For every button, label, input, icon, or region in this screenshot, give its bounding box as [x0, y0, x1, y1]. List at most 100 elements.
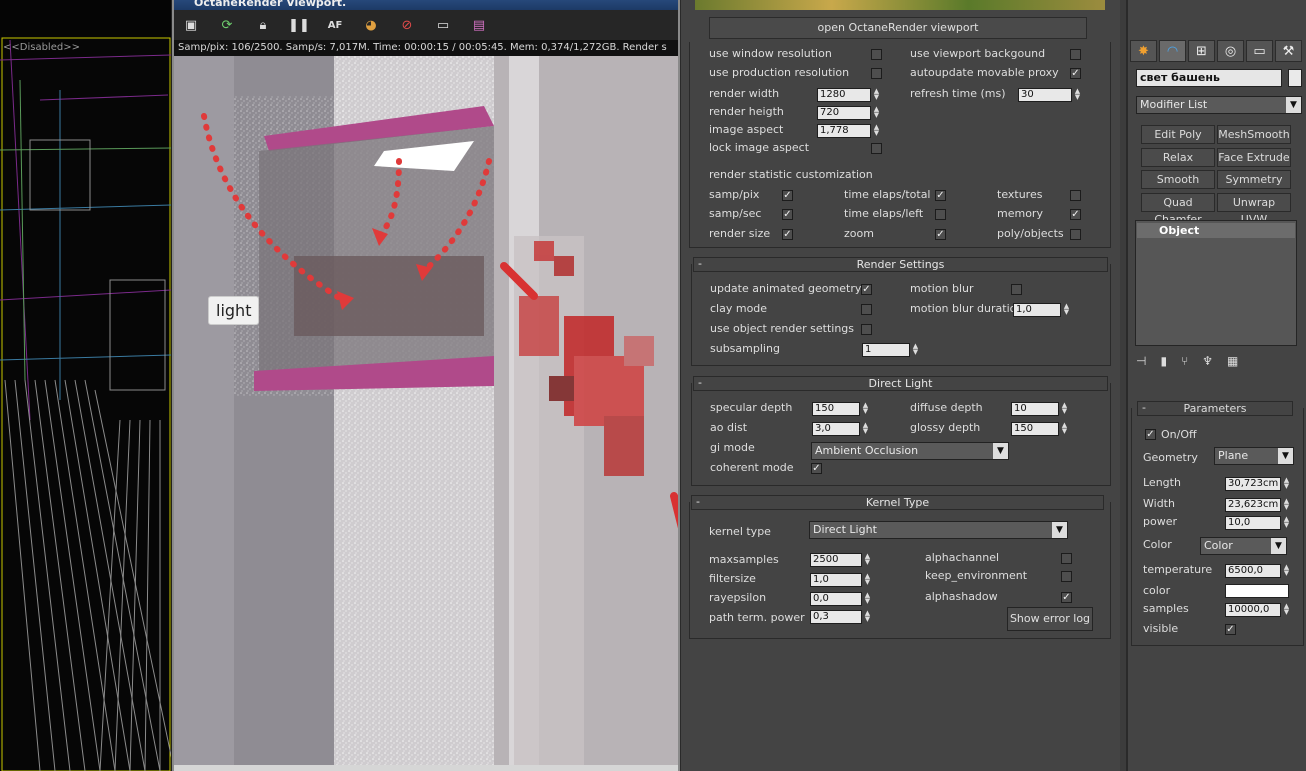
- samp-sec-checkbox[interactable]: ✓: [782, 209, 793, 220]
- use-object-render-settings-checkbox[interactable]: [861, 324, 872, 335]
- glossy-depth-field[interactable]: 150: [1011, 422, 1059, 436]
- render-image[interactable]: light: [174, 56, 678, 765]
- spinner-arrows[interactable]: ▲ ▼: [1060, 422, 1069, 436]
- show-end-result-icon[interactable]: ▮: [1160, 354, 1167, 368]
- spinner-arrows[interactable]: ▲ ▼: [863, 553, 872, 567]
- render-width-field[interactable]: 1280: [817, 88, 871, 102]
- show-error-log-button[interactable]: Show error log: [1007, 607, 1093, 631]
- poly-objects-checkbox[interactable]: [1070, 229, 1081, 240]
- use-production-resolution-checkbox[interactable]: [871, 68, 882, 79]
- samp-pix-checkbox[interactable]: ✓: [782, 190, 793, 201]
- spinner-arrows[interactable]: ▲ ▼: [863, 592, 872, 606]
- spinner-arrows[interactable]: ▲ ▼: [861, 402, 870, 416]
- kernel-type-dropdown[interactable]: Direct Light ▼: [809, 521, 1068, 539]
- refresh-time-field[interactable]: 30: [1018, 88, 1072, 102]
- motion-blur-duration-field[interactable]: 1,0: [1013, 303, 1061, 317]
- configure-sets-icon[interactable]: ▦: [1227, 354, 1238, 368]
- spinner-arrows[interactable]: ▲ ▼: [863, 610, 872, 624]
- kernel-header[interactable]: - Kernel Type: [691, 495, 1104, 510]
- modifier-button[interactable]: Edit Poly: [1141, 125, 1215, 144]
- pin-stack-icon[interactable]: ⊣: [1136, 354, 1146, 368]
- modifier-button[interactable]: Relax: [1141, 148, 1215, 167]
- image-aspect-field[interactable]: 1,778: [817, 124, 871, 138]
- render-settings-header[interactable]: - Render Settings: [693, 257, 1108, 272]
- clay-mode-checkbox[interactable]: [861, 304, 872, 315]
- modifier-button[interactable]: Quad Chamfer: [1141, 193, 1215, 226]
- object-color-swatch[interactable]: [1288, 69, 1302, 87]
- modifier-button[interactable]: Unwrap UVW: [1217, 193, 1291, 226]
- af-icon[interactable]: AF: [324, 15, 346, 35]
- use-window-resolution-checkbox[interactable]: [871, 49, 882, 60]
- keep-environment-checkbox[interactable]: [1061, 571, 1072, 582]
- wireframe-viewport[interactable]: <<Disabled>>: [0, 0, 172, 771]
- path-term-power-field[interactable]: 0,3: [810, 610, 862, 624]
- diffuse-depth-field[interactable]: 10: [1011, 402, 1059, 416]
- maxsamples-field[interactable]: 2500: [810, 553, 862, 567]
- specular-depth-field[interactable]: 150: [812, 402, 860, 416]
- modifier-stack[interactable]: Object: [1135, 220, 1297, 346]
- coherent-mode-checkbox[interactable]: ✓: [811, 463, 822, 474]
- subsampling-field[interactable]: 1: [862, 343, 910, 357]
- spinner-arrows[interactable]: ▲ ▼: [1282, 603, 1291, 617]
- modifier-button[interactable]: Smooth: [1141, 170, 1215, 189]
- modifier-button[interactable]: Symmetry: [1217, 170, 1291, 189]
- spinner-arrows[interactable]: ▲ ▼: [872, 106, 881, 120]
- geometry-dropdown[interactable]: Plane ▼: [1214, 447, 1294, 465]
- picture-icon[interactable]: ▤: [468, 15, 490, 35]
- render-size-checkbox[interactable]: ✓: [782, 229, 793, 240]
- textures-checkbox[interactable]: [1070, 190, 1081, 201]
- spinner-arrows[interactable]: ▲ ▼: [1060, 402, 1069, 416]
- memory-checkbox[interactable]: ✓: [1070, 209, 1081, 220]
- no-icon[interactable]: ⊘: [396, 15, 418, 35]
- spinner-arrows[interactable]: ▲ ▼: [1282, 498, 1291, 512]
- modify-icon[interactable]: ◠: [1159, 40, 1186, 62]
- lock-image-aspect-checkbox[interactable]: [871, 143, 882, 154]
- refresh-icon[interactable]: ⟳: [216, 15, 238, 35]
- on-off-checkbox[interactable]: ✓: [1145, 429, 1156, 440]
- spinner-arrows[interactable]: ▲ ▼: [861, 422, 870, 436]
- stack-item-object[interactable]: Object: [1137, 223, 1295, 238]
- open-viewport-button[interactable]: open OctaneRender viewport: [709, 17, 1087, 39]
- temperature-field[interactable]: 6500,0: [1225, 564, 1281, 578]
- time-elaps-left-checkbox[interactable]: [935, 209, 946, 220]
- spinner-arrows[interactable]: ▲ ▼: [1282, 516, 1291, 530]
- alphashadow-checkbox[interactable]: ✓: [1061, 592, 1072, 603]
- layout-icon[interactable]: ▣: [180, 15, 202, 35]
- time-elaps-total-checkbox[interactable]: ✓: [935, 190, 946, 201]
- parameters-header[interactable]: - Parameters: [1137, 401, 1293, 416]
- spinner-arrows[interactable]: ▲ ▼: [911, 343, 920, 357]
- zoom-checkbox[interactable]: ✓: [935, 229, 946, 240]
- make-unique-icon[interactable]: ⑂: [1181, 354, 1188, 368]
- power-field[interactable]: 10,0: [1225, 516, 1281, 530]
- autoupdate-proxy-checkbox[interactable]: ✓: [1070, 68, 1081, 79]
- filtersize-field[interactable]: 1,0: [810, 573, 862, 587]
- spinner-arrows[interactable]: ▲ ▼: [1062, 303, 1071, 317]
- spinner-arrows[interactable]: ▲ ▼: [1282, 477, 1291, 491]
- width-field[interactable]: 23,623cm: [1225, 498, 1281, 512]
- spinner-arrows[interactable]: ▲ ▼: [1282, 564, 1291, 578]
- light-color-swatch[interactable]: [1225, 584, 1289, 598]
- display-icon[interactable]: ▭: [1246, 40, 1273, 62]
- modifier-button[interactable]: MeshSmooth: [1217, 125, 1291, 144]
- pause-icon[interactable]: ❚❚: [288, 15, 310, 35]
- length-field[interactable]: 30,723cm: [1225, 477, 1281, 491]
- create-icon[interactable]: ✸: [1130, 40, 1157, 62]
- use-viewport-background-checkbox[interactable]: [1070, 49, 1081, 60]
- spinner-arrows[interactable]: ▲ ▼: [863, 573, 872, 587]
- monitor-icon[interactable]: ▭: [432, 15, 454, 35]
- gi-mode-dropdown[interactable]: Ambient Occlusion ▼: [811, 442, 1009, 460]
- rayepsilon-field[interactable]: 0,0: [810, 592, 862, 606]
- visible-checkbox[interactable]: ✓: [1225, 624, 1236, 635]
- color-icon[interactable]: ◕: [360, 15, 382, 35]
- render-height-field[interactable]: 720: [817, 106, 871, 120]
- samples-field[interactable]: 10000,0: [1225, 603, 1281, 617]
- spinner-arrows[interactable]: ▲ ▼: [872, 88, 881, 102]
- spinner-arrows[interactable]: ▲ ▼: [1073, 88, 1082, 102]
- modifier-list-dropdown[interactable]: Modifier List ▼: [1136, 96, 1302, 114]
- utilities-icon[interactable]: ⚒: [1275, 40, 1302, 62]
- motion-blur-checkbox[interactable]: [1011, 284, 1022, 295]
- remove-modifier-icon[interactable]: ♆: [1202, 354, 1213, 368]
- ao-dist-field[interactable]: 3,0: [812, 422, 860, 436]
- motion-icon[interactable]: ◎: [1217, 40, 1244, 62]
- modifier-button[interactable]: Face Extrude: [1217, 148, 1291, 167]
